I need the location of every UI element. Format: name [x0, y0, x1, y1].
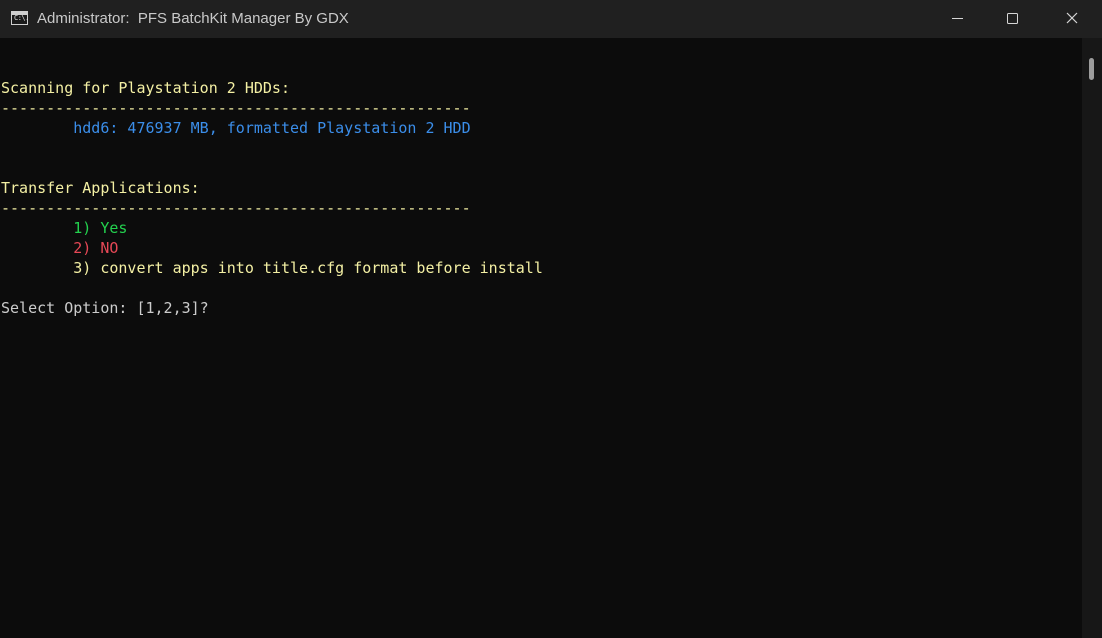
separator-line: ----------------------------------------…: [1, 199, 471, 217]
console-window-icon[interactable]: C:\.: [11, 11, 29, 25]
select-option-prompt[interactable]: Select Option: [1,2,3]?: [1, 298, 209, 318]
title-bar[interactable]: C:\. Administrator: PFS BatchKit Manager…: [0, 0, 1102, 38]
console-window: C:\. Administrator: PFS BatchKit Manager…: [0, 0, 1102, 638]
console-icon-glyph: C:\.: [14, 14, 29, 22]
vertical-scrollbar[interactable]: [1082, 38, 1102, 638]
transfer-heading: Transfer Applications:: [1, 179, 200, 197]
minimize-icon: [952, 18, 963, 19]
option-no: 2) NO: [1, 239, 119, 257]
separator-line: ----------------------------------------…: [1, 99, 471, 117]
maximize-button[interactable]: [984, 0, 1042, 38]
console-output[interactable]: Scanning for Playstation 2 HDDs: -------…: [0, 38, 1082, 638]
minimize-button[interactable]: [929, 0, 987, 38]
window-title: Administrator: PFS BatchKit Manager By G…: [37, 10, 349, 27]
option-yes: 1) Yes: [1, 219, 128, 237]
scrollbar-thumb[interactable]: [1089, 58, 1094, 80]
maximize-icon: [1007, 13, 1018, 24]
scan-heading: Scanning for Playstation 2 HDDs:: [1, 79, 290, 97]
option-convert: 3) convert apps into title.cfg format be…: [1, 259, 543, 277]
close-icon: [1066, 12, 1078, 24]
close-button[interactable]: [1044, 0, 1102, 38]
hdd-entry: hdd6: 476937 MB, formatted Playstation 2…: [1, 119, 471, 137]
